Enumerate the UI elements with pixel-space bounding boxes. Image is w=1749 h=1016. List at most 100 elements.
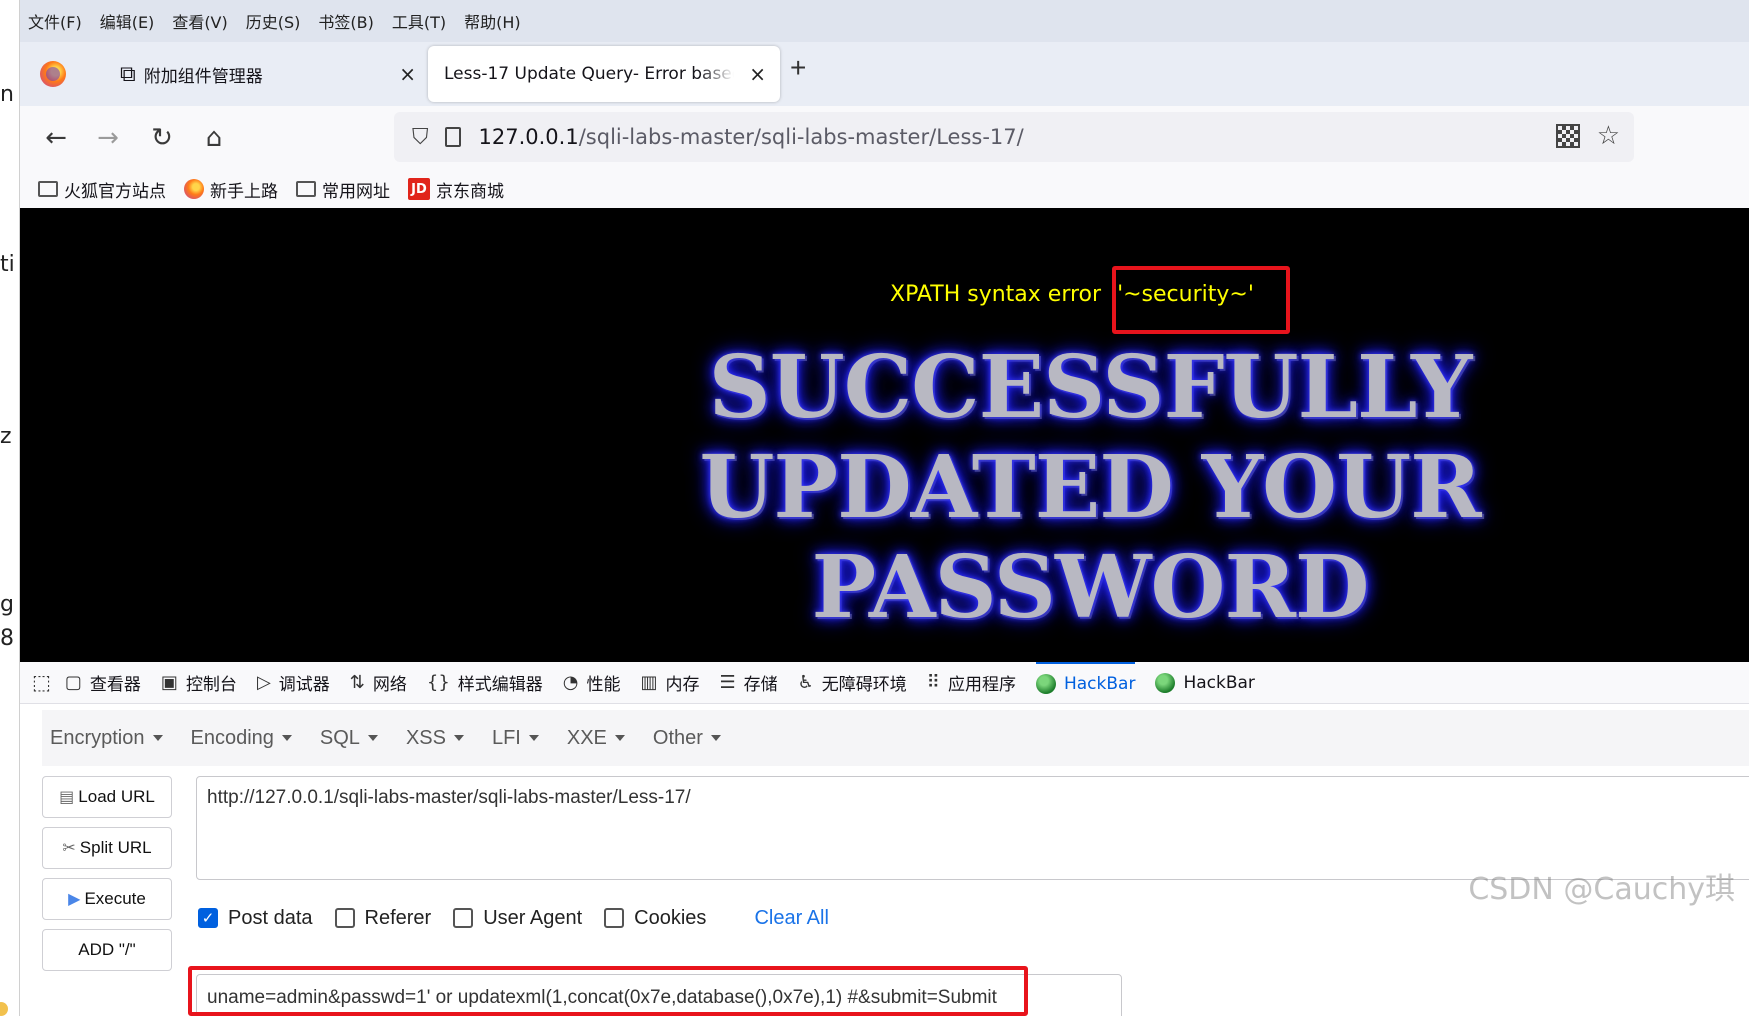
home-icon[interactable]: ⌂ [196, 120, 232, 156]
devtools-tab-label: HackBar [1063, 673, 1136, 694]
devtools-tab-accessibility[interactable]: ♿ 无障碍环境 [798, 662, 907, 704]
page-icon [444, 127, 461, 147]
menu-bar: 文件(F) 编辑(E) 查看(V) 历史(S) 书签(B) 工具(T) 帮助(H… [20, 0, 1749, 42]
devtools-tab-label: 网络 [372, 675, 407, 695]
console-icon: ▣ [160, 672, 178, 693]
option-label: User Agent [483, 906, 583, 929]
bookmark-firefox-official[interactable]: 火狐官方站点 [38, 177, 166, 202]
folder-icon [296, 181, 316, 197]
caret-down-icon [367, 735, 378, 741]
button-label: Execute [84, 889, 146, 908]
menu-label: Encoding [190, 726, 274, 749]
reload-icon[interactable]: ↻ [144, 120, 180, 156]
option-label: Post data [228, 906, 313, 929]
hackbar-menu-xss[interactable]: XSS [406, 727, 464, 750]
bookmark-getting-started[interactable]: 新手上路 [184, 177, 278, 202]
menu-label: LFI [491, 726, 521, 749]
hackbar-icon [1035, 673, 1056, 694]
menu-bookmarks[interactable]: 书签(B) [318, 9, 373, 33]
devtools-tab-hackbar[interactable]: HackBar [1155, 662, 1255, 704]
tab-title: Less-17 Update Query- Error based [444, 64, 734, 84]
devtools-tab-network[interactable]: ⇅ 网络 [350, 662, 407, 704]
close-icon[interactable]: × [399, 62, 416, 86]
post-data-option[interactable]: ✓ Post data [198, 907, 313, 930]
annotation-highlight-box [1112, 266, 1290, 334]
menu-edit[interactable]: 编辑(E) [100, 9, 155, 33]
firefox-icon[interactable] [40, 61, 66, 87]
devtools-tab-console[interactable]: ▣ 控制台 [161, 662, 237, 704]
browser-window: 文件(F) 编辑(E) 查看(V) 历史(S) 书签(B) 工具(T) 帮助(H… [20, 0, 1749, 1016]
menu-history[interactable]: 历史(S) [246, 9, 301, 33]
hackbar-menu-sql[interactable]: SQL [320, 727, 378, 750]
caret-down-icon [281, 735, 292, 741]
hackbar-menu-other[interactable]: Other [653, 727, 721, 750]
devtools-tab-memory[interactable]: ▥ 内存 [641, 662, 700, 704]
hackbar-menu-lfi[interactable]: LFI [492, 727, 539, 750]
devtools-tab-label: 性能 [586, 675, 621, 695]
new-tab-plus-icon[interactable]: + [790, 54, 806, 82]
menu-help[interactable]: 帮助(H) [464, 9, 521, 33]
hackbar-menu-encryption[interactable]: Encryption [50, 727, 163, 750]
puzzle-icon: ⧉ [120, 61, 136, 87]
url-bar[interactable]: ⛉ 127.0.0.1/sqli-labs-master/sqli-labs-m… [394, 112, 1634, 162]
hackbar-menu-xxe[interactable]: XXE [567, 727, 625, 750]
option-label: Referer [364, 906, 432, 929]
scissors-icon: ✂ [62, 840, 76, 857]
close-icon[interactable]: × [749, 62, 766, 86]
play-icon: ▶ [68, 891, 81, 908]
performance-icon: ◔ [562, 672, 579, 693]
hackbar-menu-row: Encryption Encoding SQL XSS LFI XXE Othe… [42, 710, 1749, 766]
cookies-option[interactable]: Cookies [604, 907, 706, 930]
sliver-char: ti [0, 252, 15, 277]
menu-label: Encryption [50, 726, 145, 749]
devtools-tab-label: 应用程序 [947, 675, 1016, 695]
bookmark-common-sites[interactable]: 常用网址 [296, 177, 390, 202]
button-label: ADD "/" [78, 940, 136, 959]
network-icon: ⇅ [349, 672, 365, 693]
qr-code-icon[interactable] [1556, 124, 1580, 148]
tab-less-17[interactable]: Less-17 Update Query- Error based × [428, 46, 780, 102]
user-agent-option[interactable]: User Agent [453, 907, 582, 930]
url-text[interactable]: 127.0.0.1/sqli-labs-master/sqli-labs-mas… [479, 125, 1024, 149]
request-options-row: ✓ Post data Referer User Agent Cookies C… [198, 900, 829, 936]
devtools-tab-debugger[interactable]: ▷ 调试器 [257, 662, 330, 704]
menu-tools[interactable]: 工具(T) [392, 9, 446, 33]
execute-button[interactable]: ▶ Execute [42, 878, 172, 920]
hackbar-menu-encoding[interactable]: Encoding [191, 727, 292, 750]
forward-arrow-icon[interactable]: → [90, 120, 126, 156]
post-data-checkbox[interactable]: ✓ [198, 908, 218, 928]
devtools-tab-hackbar-active[interactable]: HackBar [1035, 661, 1136, 704]
bookmark-label: 常用网址 [322, 181, 390, 202]
devtools-tab-inspector[interactable]: ▢ 查看器 [65, 662, 141, 704]
menu-label: SQL [319, 726, 360, 749]
shield-icon[interactable]: ⛉ [412, 124, 429, 150]
tab-addons-manager[interactable]: ⧉ 附加组件管理器 × [100, 46, 430, 102]
load-url-button[interactable]: ▤ Load URL [42, 776, 172, 818]
devtools-tab-application[interactable]: ⠿ 应用程序 [927, 662, 1016, 704]
element-picker-icon[interactable]: ⬚ [32, 670, 51, 695]
menu-view[interactable]: 查看(V) [172, 9, 227, 33]
referer-option[interactable]: Referer [334, 906, 432, 930]
bookmark-jd[interactable]: JD 京东商城 [408, 177, 504, 202]
menu-file[interactable]: 文件(F) [28, 9, 82, 33]
referer-checkbox[interactable] [334, 908, 355, 928]
firefox-icon [184, 179, 204, 199]
devtools-tab-label: 无障碍环境 [821, 675, 907, 695]
cookies-checkbox[interactable] [604, 908, 625, 928]
devtools-tab-performance[interactable]: ◔ 性能 [563, 662, 621, 704]
add-slash-button[interactable]: ADD "/" [42, 929, 172, 971]
page-content: XPATH syntax error '~security~' SUCCESSFU… [20, 208, 1749, 662]
clear-all-link[interactable]: Clear All [754, 907, 828, 930]
bookmark-star-icon[interactable]: ☆ [1597, 120, 1620, 151]
devtools-tab-storage[interactable]: ☰ 存储 [720, 662, 778, 704]
user-agent-checkbox[interactable] [453, 908, 474, 928]
split-url-button[interactable]: ✂ Split URL [42, 827, 172, 869]
success-banner-image: SUCCESSFULLY UPDATED YOUR PASSWORD [620, 338, 1560, 648]
back-arrow-icon[interactable]: ← [38, 120, 74, 156]
hackbar-icon [1155, 672, 1176, 693]
load-url-icon: ▤ [59, 789, 75, 806]
bookmarks-bar: 火狐官方站点 新手上路 常用网址 JD 京东商城 [20, 170, 1749, 208]
error-prefix: XPATH syntax error [890, 282, 1102, 307]
debugger-icon: ▷ [256, 672, 271, 693]
devtools-tab-style-editor[interactable]: {} 样式编辑器 [427, 662, 543, 704]
